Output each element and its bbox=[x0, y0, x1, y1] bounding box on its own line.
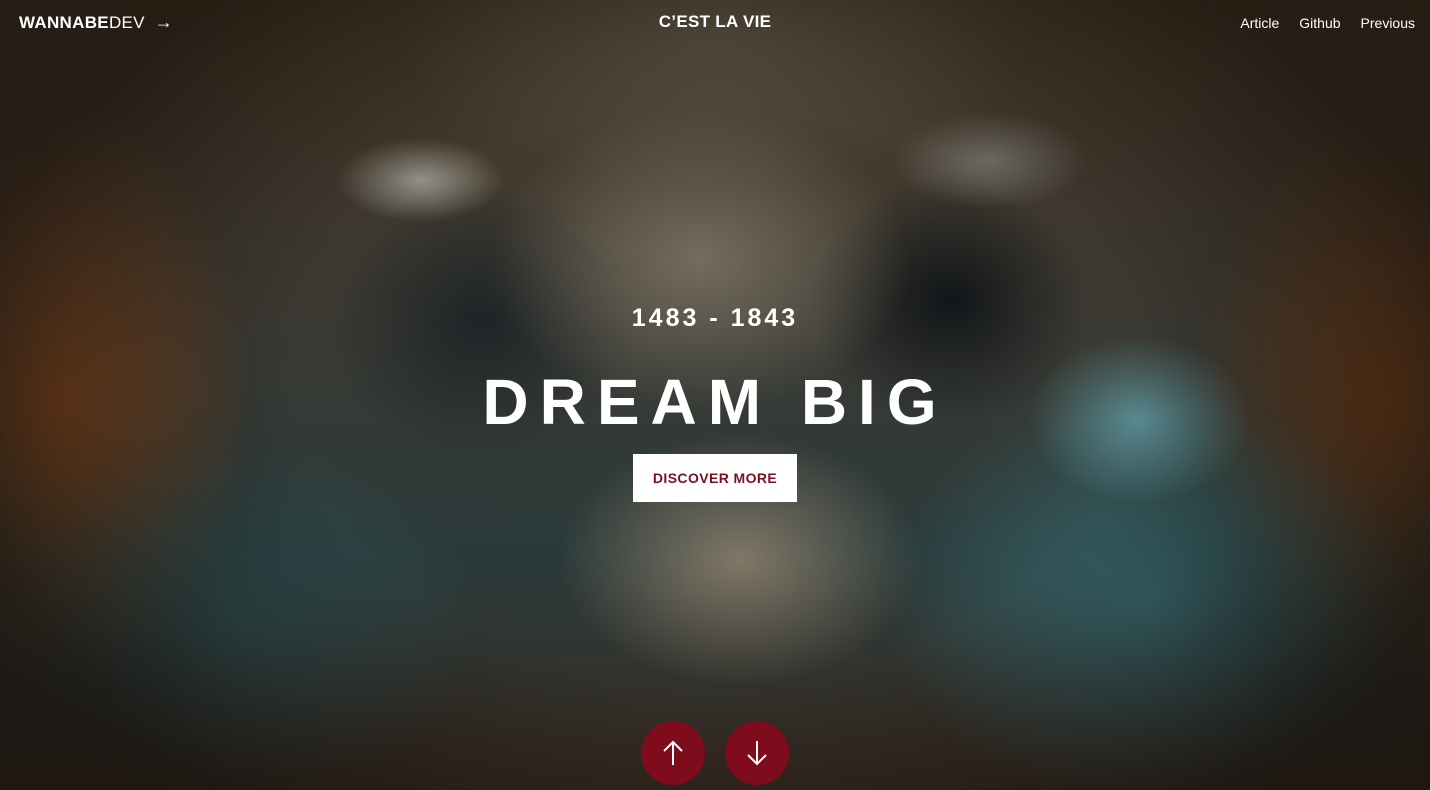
brand-light-text: DEV bbox=[108, 12, 145, 32]
arrow-up-icon bbox=[663, 740, 683, 765]
site-title: C’EST LA VIE bbox=[658, 12, 772, 31]
discover-more-button[interactable]: DISCOVER MORE bbox=[633, 454, 797, 502]
hero-headline: DREAM BIG bbox=[482, 366, 948, 438]
slide-nav bbox=[0, 721, 1430, 785]
arrow-right-icon: → bbox=[154, 12, 174, 32]
arrow-down-icon bbox=[747, 741, 767, 766]
hero-years: 1483 - 1843 bbox=[631, 304, 799, 332]
top-nav: Article Github Previous bbox=[1240, 15, 1415, 31]
brand-link[interactable]: WANNABE DEV → bbox=[19, 12, 173, 33]
nav-link-previous[interactable]: Previous bbox=[1361, 15, 1415, 31]
nav-link-github[interactable]: Github bbox=[1299, 15, 1340, 31]
previous-slide-button[interactable] bbox=[641, 721, 705, 785]
next-slide-button[interactable] bbox=[725, 721, 789, 785]
page: WANNABE DEV → C’EST LA VIE Article Github… bbox=[0, 0, 1430, 790]
nav-link-article[interactable]: Article bbox=[1240, 15, 1279, 31]
site-header: WANNABE DEV → C’EST LA VIE Article Github… bbox=[0, 0, 1430, 48]
hero: 1483 - 1843 DREAM BIG DISCOVER MORE bbox=[0, 300, 1430, 502]
brand-bold-text: WANNABE bbox=[19, 12, 109, 32]
